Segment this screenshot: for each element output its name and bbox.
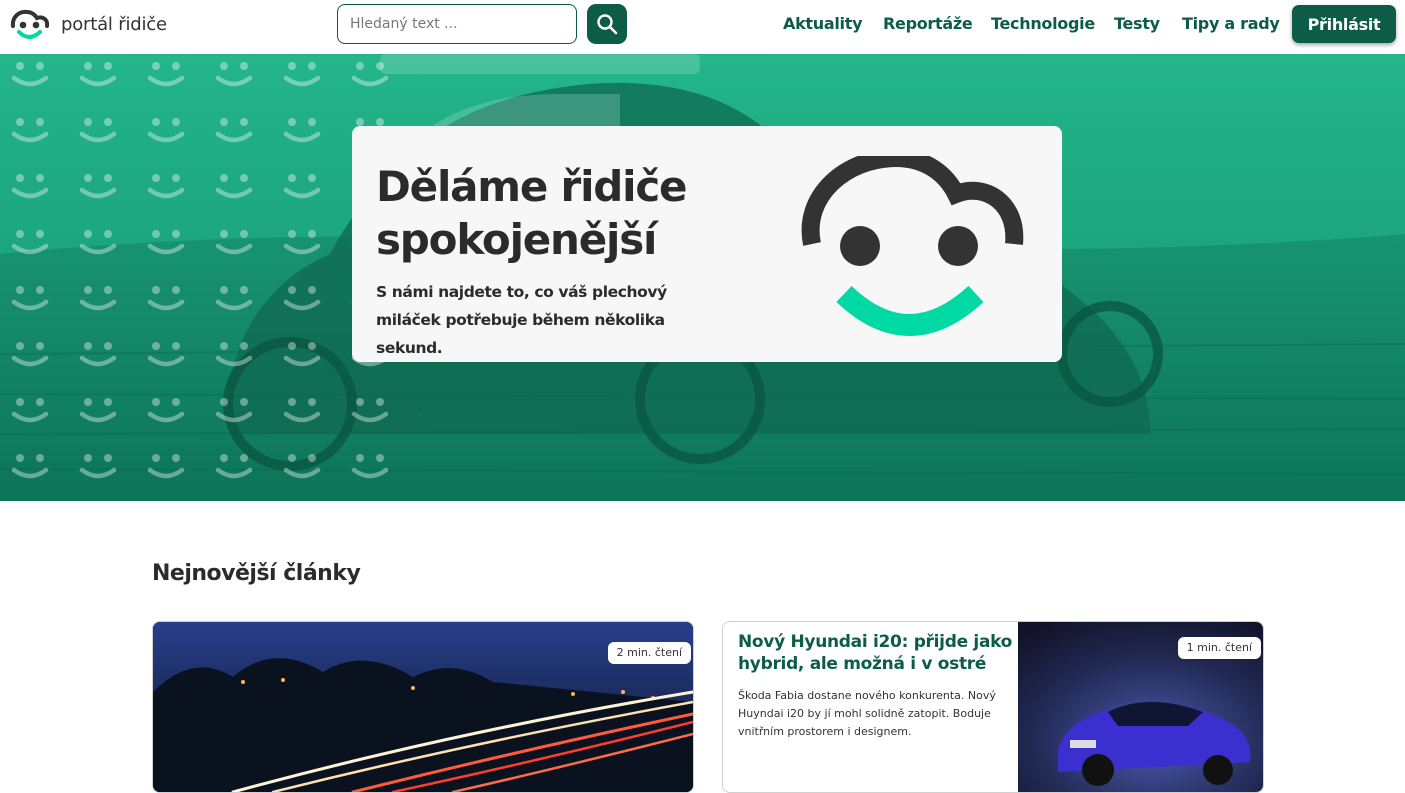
smiley-car-logo-icon	[10, 9, 49, 39]
search-icon	[597, 14, 618, 35]
smiley-car-illustration-icon	[801, 156, 1024, 336]
search-input[interactable]	[337, 4, 577, 44]
article-card[interactable]: 2 min. čtení	[152, 621, 694, 793]
search-button[interactable]	[587, 4, 627, 44]
site-logo-text: portál řidiče	[61, 13, 167, 35]
nav-item-aktuality[interactable]: Aktuality	[783, 14, 863, 33]
hero-card: Děláme řidiče spokojenější S námi najdet…	[352, 126, 1062, 362]
article-title[interactable]: Nový Hyundai i20: přijde jako hybrid, al…	[738, 631, 1013, 675]
section-title: Nejnovější články	[152, 561, 361, 586]
nav-item-technologie[interactable]: Technologie	[991, 14, 1095, 33]
site-logo[interactable]: portál řidiče	[9, 8, 167, 42]
hero-title: Děláme řidiče spokojenější	[376, 162, 688, 264]
read-time-badge: 2 min. čtení	[607, 642, 691, 664]
site-header: portál řidiče Aktuality Reportáže Techno…	[0, 0, 1405, 54]
nav-item-tipy-a-rady[interactable]: Tipy a rady	[1182, 14, 1280, 33]
hero-subtitle: S námi najdete to, co váš plechový miláč…	[376, 283, 667, 357]
hero-banner: Děláme řidiče spokojenější S námi najdet…	[0, 54, 1405, 501]
login-button[interactable]: Přihlásit	[1292, 5, 1396, 43]
read-time-badge: 1 min. čtení	[1177, 637, 1261, 659]
nav-item-testy[interactable]: Testy	[1114, 14, 1160, 33]
article-card[interactable]: Nový Hyundai i20: přijde jako hybrid, al…	[722, 621, 1264, 793]
nav-item-reportaze[interactable]: Reportáže	[883, 14, 973, 33]
article-excerpt: Škoda Fabia dostane nového konkurenta. N…	[738, 689, 996, 738]
